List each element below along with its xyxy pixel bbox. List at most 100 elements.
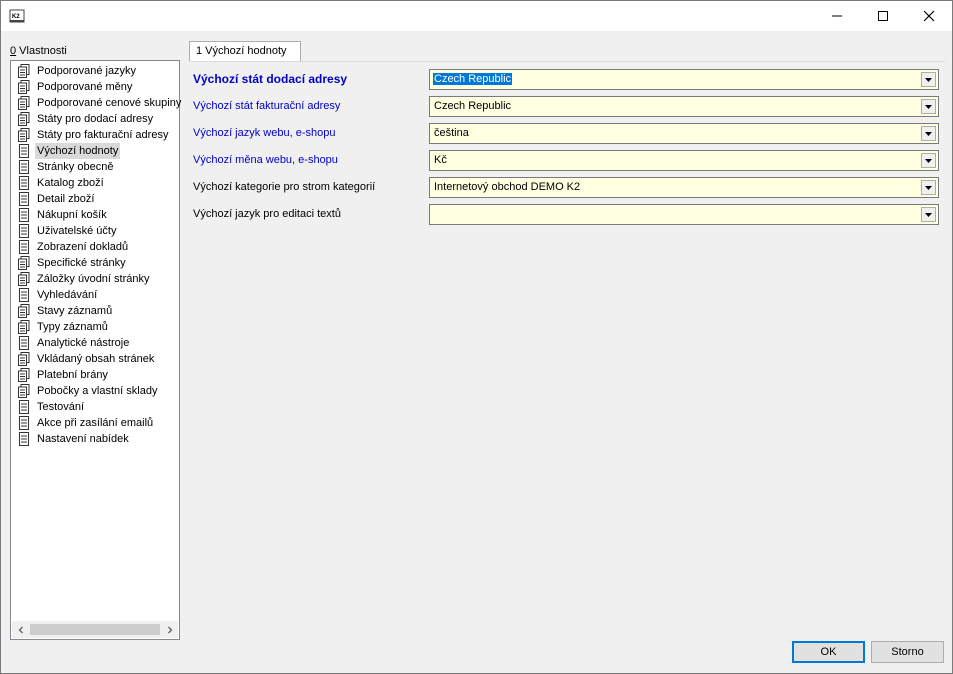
title-bar: K2 <box>1 1 952 31</box>
document-icon <box>19 144 29 158</box>
form-row: Výchozí stát dodací adresy Czech Republic <box>193 69 939 90</box>
tab-divider <box>189 61 945 62</box>
field-value: Internetový obchod DEMO K2 <box>434 181 581 193</box>
tree-item-label: Podporované cenové skupiny <box>37 97 182 109</box>
document-icon <box>19 400 29 414</box>
tree-item[interactable]: Záložky úvodní stránky <box>11 271 179 287</box>
field-combobox[interactable]: Internetový obchod DEMO K2 <box>429 177 939 198</box>
dropdown-button[interactable] <box>921 99 936 114</box>
dropdown-button[interactable] <box>921 207 936 222</box>
tree-item-label: Stavy záznamů <box>37 305 113 317</box>
document-stack-icon <box>18 80 30 94</box>
tree-item[interactable]: Analytické nástroje <box>11 335 179 351</box>
tree-item[interactable]: Testování <box>11 399 179 415</box>
maximize-icon <box>878 11 888 21</box>
tree-item-label: Akce při zasílání emailů <box>37 417 154 429</box>
document-icon <box>19 416 29 430</box>
tree-item[interactable]: Uživatelské účty <box>11 223 179 239</box>
document-stack-icon <box>18 64 30 78</box>
form-row: Výchozí jazyk webu, e-shopu čeština <box>193 123 939 144</box>
field-label: Výchozí měna webu, e-shopu <box>193 154 338 166</box>
document-stack-icon <box>18 304 30 318</box>
tab-default-values[interactable]: 1 Výchozí hodnoty <box>189 41 301 62</box>
tree-item-label: Vyhledávání <box>37 289 98 301</box>
dropdown-button[interactable] <box>921 126 936 141</box>
form-row: Výchozí měna webu, e-shopu Kč <box>193 150 939 171</box>
caption-text: Vlastnosti <box>16 45 67 57</box>
dropdown-button[interactable] <box>921 72 936 87</box>
chevron-down-icon <box>925 104 932 109</box>
document-stack-icon <box>18 128 30 142</box>
tree-item[interactable]: Akce při zasílání emailů <box>11 415 179 431</box>
tree-item[interactable]: Podporované jazyky <box>11 63 179 79</box>
tree-item[interactable]: Typy záznamů <box>11 319 179 335</box>
tree-item[interactable]: Vyhledávání <box>11 287 179 303</box>
form-row: Výchozí jazyk pro editaci textů <box>193 204 939 225</box>
document-icon <box>19 208 29 222</box>
field-combobox[interactable] <box>429 204 939 225</box>
tree-item[interactable]: Státy pro dodací adresy <box>11 111 179 127</box>
document-icon <box>19 288 29 302</box>
tree-item[interactable]: Vkládaný obsah stránek <box>11 351 179 367</box>
tree-item-label: Analytické nástroje <box>37 337 130 349</box>
form-row: Výchozí kategorie pro strom kategorií Int… <box>193 177 939 198</box>
minimize-button[interactable] <box>814 1 860 31</box>
scroll-right-button[interactable] <box>161 621 178 638</box>
svg-text:K2: K2 <box>12 14 20 20</box>
field-label: Výchozí jazyk pro editaci textů <box>193 208 341 220</box>
tree-item[interactable]: Detail zboží <box>11 191 179 207</box>
field-label: Výchozí jazyk webu, e-shopu <box>193 127 336 139</box>
tree-item-label: Podporované měny <box>37 81 133 93</box>
dropdown-button[interactable] <box>921 180 936 195</box>
tree-item[interactable]: Stránky obecně <box>11 159 179 175</box>
field-combobox[interactable]: čeština <box>429 123 939 144</box>
form-row: Výchozí stát fakturační adresy Czech Repu… <box>193 96 939 117</box>
close-button[interactable] <box>906 1 952 31</box>
tree-item-label: Nákupní košík <box>37 209 107 221</box>
tree-item[interactable]: Státy pro fakturační adresy <box>11 127 179 143</box>
document-icon <box>19 176 29 190</box>
field-combobox[interactable]: Czech Republic <box>429 69 939 90</box>
dropdown-button[interactable] <box>921 153 936 168</box>
field-combobox[interactable]: Czech Republic <box>429 96 939 117</box>
field-combobox[interactable]: Kč <box>429 150 939 171</box>
tree-item-label: Detail zboží <box>37 193 95 205</box>
tree-item[interactable]: Podporované měny <box>11 79 179 95</box>
tree-item-label: Nastavení nabídek <box>37 433 129 445</box>
properties-caption: 0 Vlastnosti <box>10 45 67 57</box>
tree-item-label: Zobrazení dokladů <box>37 241 129 253</box>
properties-tree[interactable]: Podporované jazyky Podporované měny Podpor… <box>10 60 181 640</box>
tree-item[interactable]: Pobočky a vlastní sklady <box>11 383 179 399</box>
tree-item-label: Výchozí hodnoty <box>35 143 121 159</box>
ok-button[interactable]: OK <box>792 641 865 663</box>
cancel-button[interactable]: Storno <box>871 641 944 663</box>
tree-item-label: Testování <box>37 401 85 413</box>
horizontal-scrollbar[interactable] <box>12 621 178 638</box>
chevron-down-icon <box>925 158 932 163</box>
k2-app-icon: K2 <box>9 9 25 23</box>
chevron-right-icon <box>167 626 172 633</box>
field-value: čeština <box>434 127 469 139</box>
scroll-left-button[interactable] <box>12 621 29 638</box>
tree-item-label: Podporované jazyky <box>37 65 137 77</box>
tree-item[interactable]: Stavy záznamů <box>11 303 179 319</box>
chevron-down-icon <box>925 185 932 190</box>
close-icon <box>923 10 935 22</box>
tree-item-label: Státy pro fakturační adresy <box>37 129 169 141</box>
tree-item[interactable]: Platební brány <box>11 367 179 383</box>
tree-item[interactable]: Výchozí hodnoty <box>11 143 179 159</box>
tree-item-label: Specifické stránky <box>37 257 126 269</box>
tree-item[interactable]: Zobrazení dokladů <box>11 239 179 255</box>
tree-item-label: Stránky obecně <box>37 161 114 173</box>
tree-item[interactable]: Katalog zboží <box>11 175 179 191</box>
document-stack-icon <box>18 256 30 270</box>
field-label: Výchozí stát fakturační adresy <box>193 100 341 112</box>
tree-item[interactable]: Nákupní košík <box>11 207 179 223</box>
maximize-button[interactable] <box>860 1 906 31</box>
tree-item[interactable]: Specifické stránky <box>11 255 179 271</box>
tree-item[interactable]: Nastavení nabídek <box>11 431 179 447</box>
document-icon <box>19 192 29 206</box>
chevron-down-icon <box>925 131 932 136</box>
tree-item[interactable]: Podporované cenové skupiny <box>11 95 181 111</box>
scroll-thumb[interactable] <box>30 624 160 635</box>
